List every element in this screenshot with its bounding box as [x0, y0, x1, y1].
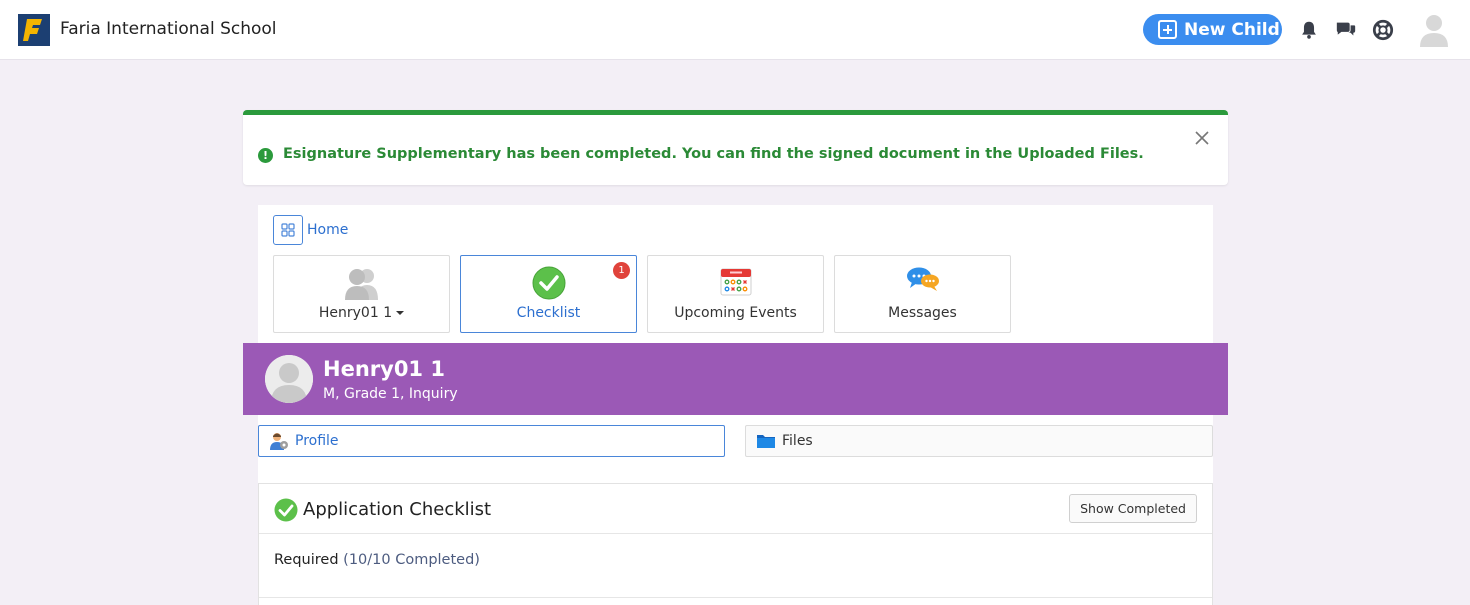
- messages-label: Messages: [888, 305, 957, 321]
- files-label: Files: [782, 433, 813, 449]
- home-link[interactable]: Home: [307, 222, 348, 238]
- new-child-label: New Child: [1184, 19, 1280, 40]
- caret-down-icon: [396, 311, 405, 315]
- application-checklist-card: Application Checklist Show Completed Req…: [258, 483, 1213, 605]
- alert-exclamation-icon: !: [258, 148, 273, 163]
- upcoming-events-label: Upcoming Events: [674, 305, 797, 321]
- user-profile-icon: [270, 433, 288, 450]
- close-icon[interactable]: [1192, 128, 1212, 148]
- person-silhouette-icon: [265, 355, 313, 403]
- plus-icon: [1158, 20, 1177, 39]
- messages-tile[interactable]: Messages: [834, 255, 1011, 333]
- student-name: Henry01 1: [323, 357, 445, 381]
- help-lifebuoy-icon[interactable]: [1372, 19, 1394, 41]
- folder-icon: [757, 435, 775, 448]
- required-section-heading: Required (10/10 Completed): [274, 552, 480, 568]
- chat-icon[interactable]: [1335, 19, 1357, 41]
- student-details: M, Grade 1, Inquiry: [323, 386, 458, 402]
- success-alert: ! Esignature Supplementary has been comp…: [243, 110, 1228, 185]
- new-child-button[interactable]: New Child: [1143, 14, 1282, 45]
- checklist-header: Application Checklist Show Completed: [259, 484, 1212, 534]
- school-logo[interactable]: [18, 14, 50, 46]
- checklist-tile[interactable]: 1 Checklist: [460, 255, 637, 333]
- divider: [259, 597, 1212, 598]
- check-circle-icon: [532, 266, 565, 300]
- checklist-label: Checklist: [516, 305, 581, 321]
- children-icon: [344, 269, 378, 300]
- top-bar: Faria International School New Child: [0, 0, 1470, 60]
- required-count: (10/10 Completed): [343, 552, 480, 568]
- student-profile-header: Henry01 1 M, Grade 1, Inquiry: [243, 343, 1228, 415]
- check-circle-icon: [274, 498, 298, 522]
- checklist-title: Application Checklist: [303, 499, 492, 520]
- upcoming-events-tile[interactable]: Upcoming Events: [647, 255, 824, 333]
- child-selector-label: Henry01 1: [318, 305, 393, 321]
- alert-message: Esignature Supplementary has been comple…: [283, 146, 1144, 162]
- notification-badge: 1: [613, 262, 630, 279]
- show-completed-button[interactable]: Show Completed: [1069, 494, 1197, 523]
- required-label: Required: [274, 552, 339, 568]
- profile-button[interactable]: Profile: [258, 425, 725, 457]
- child-selector-tile[interactable]: Henry01 1: [273, 255, 450, 333]
- student-avatar: [265, 355, 313, 403]
- home-grid-button[interactable]: [273, 215, 303, 245]
- profile-label: Profile: [295, 433, 339, 449]
- school-name: Faria International School: [60, 19, 277, 39]
- user-avatar-icon[interactable]: [1419, 13, 1449, 47]
- files-button[interactable]: Files: [745, 425, 1213, 457]
- bell-icon[interactable]: [1298, 19, 1320, 41]
- chat-bubbles-icon: [906, 267, 939, 291]
- calendar-icon: [720, 268, 751, 296]
- grid-icon: [281, 223, 295, 237]
